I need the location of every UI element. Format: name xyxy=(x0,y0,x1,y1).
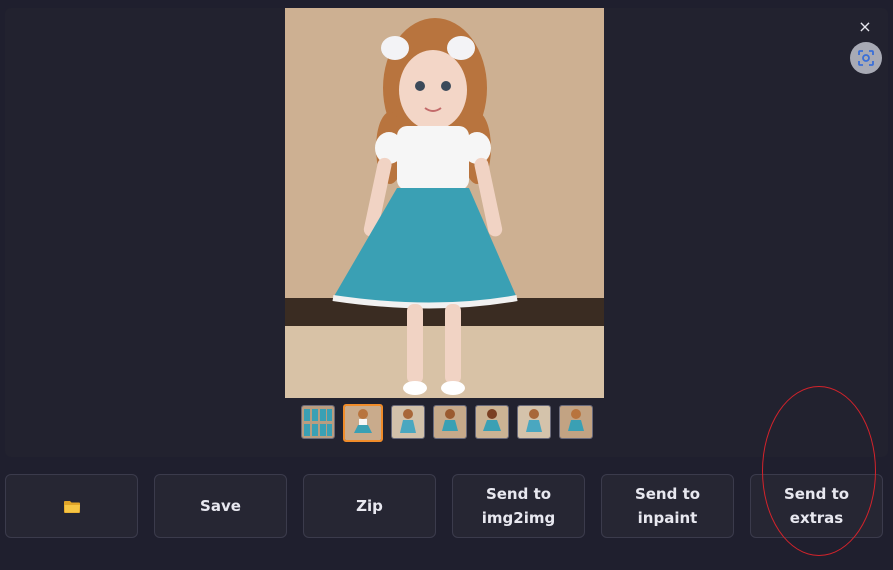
fullscreen-button[interactable] xyxy=(850,42,882,74)
thumbnail-4[interactable] xyxy=(475,405,509,439)
open-folder-button[interactable] xyxy=(5,474,138,538)
fullscreen-icon xyxy=(858,50,874,66)
send-to-inpaint-button[interactable]: Send to inpaint xyxy=(601,474,734,538)
save-button[interactable]: Save xyxy=(154,474,287,538)
thumbnail-1[interactable] xyxy=(343,404,383,442)
action-bar: Save Zip Send to img2img Send to inpaint… xyxy=(5,474,885,540)
send-to-img2img-button[interactable]: Send to img2img xyxy=(452,474,585,538)
thumbnail-2[interactable] xyxy=(391,405,425,439)
folder-icon xyxy=(63,500,80,513)
generated-image[interactable] xyxy=(285,8,604,398)
zip-button[interactable]: Zip xyxy=(303,474,436,538)
thumbnail-strip xyxy=(301,404,593,442)
thumbnail-3[interactable] xyxy=(433,405,467,439)
send-to-extras-button[interactable]: Send to extras xyxy=(750,474,883,538)
thumbnail-grid[interactable] xyxy=(301,405,335,439)
close-icon[interactable]: × xyxy=(856,18,874,36)
thumbnail-5[interactable] xyxy=(517,405,551,439)
thumbnail-6[interactable] xyxy=(559,405,593,439)
image-gallery: × xyxy=(5,8,888,457)
